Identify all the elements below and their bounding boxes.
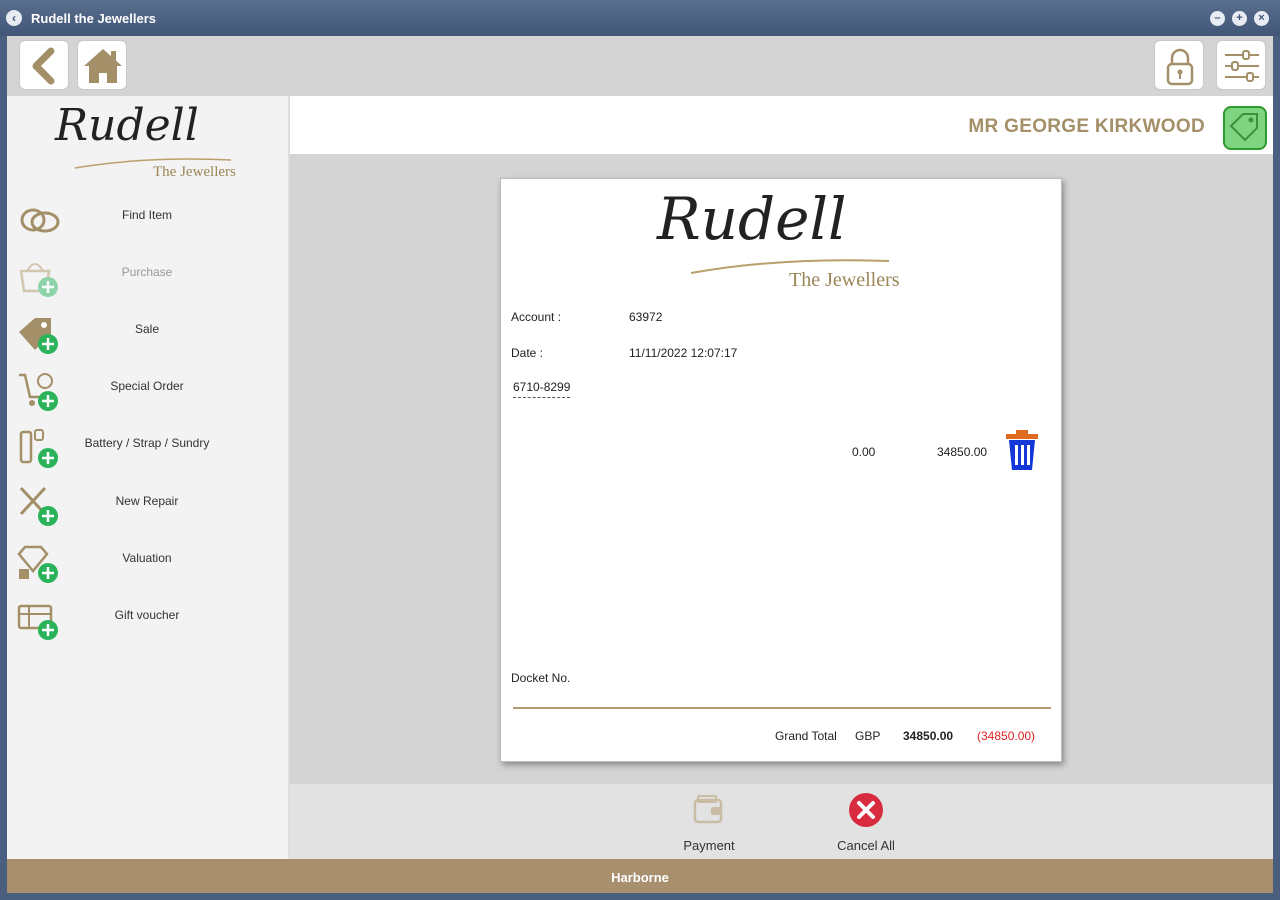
brand-logo: Rudell The Jewellers [47,100,247,188]
balance-due-value: (34850.00) [977,729,1036,743]
basket-add-icon [19,263,58,297]
customer-header: MR GEORGE KIRKWOOD [290,96,1273,154]
home-button[interactable] [77,40,127,90]
sidebar-item-label: Special Order [110,379,184,393]
sidebar-item-sale[interactable]: Sale [7,306,289,358]
window-title: Rudell the Jewellers [31,11,156,26]
title-bar: ‹ Rudell the Jewellers – + × [0,0,1280,36]
diamond-add-icon [17,545,58,583]
account-label: Account : [511,310,562,324]
app-client: Rudell The Jewellers Find Item Purchase … [7,36,1273,893]
line-discount: 0.00 [852,445,876,459]
sidebar-item-label: Sale [134,322,160,336]
app-window: ‹ Rudell the Jewellers – + × Rudell The … [0,0,1280,900]
padlock-icon [1166,48,1194,86]
gift-add-icon [17,604,58,640]
home-icon [84,49,122,83]
sidebar-item-label: Find Item [121,208,172,222]
trash-icon[interactable] [1004,428,1040,472]
logo-subtitle: The Jewellers [153,164,236,180]
top-toolbar [7,36,1273,96]
payment-button[interactable]: Payment [659,790,759,854]
action-bar: Payment Cancel All [290,784,1273,859]
minimize-icon[interactable]: – [1210,11,1225,26]
cancel-circle-icon [849,793,883,827]
receipt-logo: Rudell The Jewellers [651,185,911,295]
price-tag-add-icon [19,318,58,354]
battery-add-icon [19,429,58,468]
sidebar-item-valuation[interactable]: Valuation [7,535,289,587]
account-value: 63972 [629,310,663,324]
customer-name[interactable]: MR GEORGE KIRKWOOD [968,116,1205,138]
back-arrow-icon [32,47,55,85]
sidebar-item-purchase[interactable]: Purchase [7,249,289,301]
tools-add-icon [19,486,58,526]
payment-label: Payment [683,838,735,853]
wallet-icon [693,795,723,824]
grand-total-value: 34850.00 [903,729,954,743]
logo-script: Rudell [657,185,847,253]
status-bar: Harborne [7,859,1273,893]
branch-name: Harborne [611,870,669,885]
date-value: 11/11/2022 12:07:17 [629,346,738,360]
sidebar-item-gift-voucher[interactable]: Gift voucher [7,592,289,644]
sidebar-item-label: Valuation [122,551,172,565]
sidebar-item-label: Gift voucher [114,608,180,622]
maximize-icon[interactable]: + [1232,11,1247,26]
logo-subtitle: The Jewellers [789,269,900,291]
grand-total-label: Grand Total [775,729,837,743]
settings-button[interactable] [1216,40,1266,90]
app-icon[interactable]: ‹ [6,10,22,26]
sidebar: Rudell The Jewellers Find Item Purchase … [7,96,289,859]
close-icon[interactable]: × [1254,11,1269,26]
sidebar-item-new-repair[interactable]: New Repair [7,478,289,530]
date-label: Date : [511,346,544,360]
lock-button[interactable] [1154,40,1204,90]
sidebar-item-label: Purchase [121,265,173,279]
sidebar-item-special-order[interactable]: Special Order [7,363,289,415]
cancel-all-label: Cancel All [837,838,895,853]
line-amount: 34850.00 [937,445,988,459]
back-button[interactable] [19,40,69,90]
customer-tag-button[interactable] [1223,106,1267,150]
item-code-field[interactable]: 6710-8299 [513,380,571,398]
currency-label: GBP [855,729,881,743]
receipt-panel: Rudell The Jewellers Account : 63972 Dat… [500,178,1062,762]
rings-icon [20,208,60,233]
docket-label: Docket No. [511,671,571,685]
cart-add-icon [19,373,58,411]
customer-tag-icon [1229,113,1258,142]
settings-sliders-icon [1225,50,1259,82]
cancel-all-button[interactable]: Cancel All [816,790,916,854]
total-divider [513,707,1051,709]
sidebar-item-label: New Repair [115,494,179,508]
sidebar-item-battery-strap-sundry[interactable]: Battery / Strap / Sundry [7,420,289,472]
logo-script: Rudell [55,100,199,151]
sidebar-item-label: Battery / Strap / Sundry [84,436,210,450]
sidebar-item-find-item[interactable]: Find Item [7,192,289,244]
